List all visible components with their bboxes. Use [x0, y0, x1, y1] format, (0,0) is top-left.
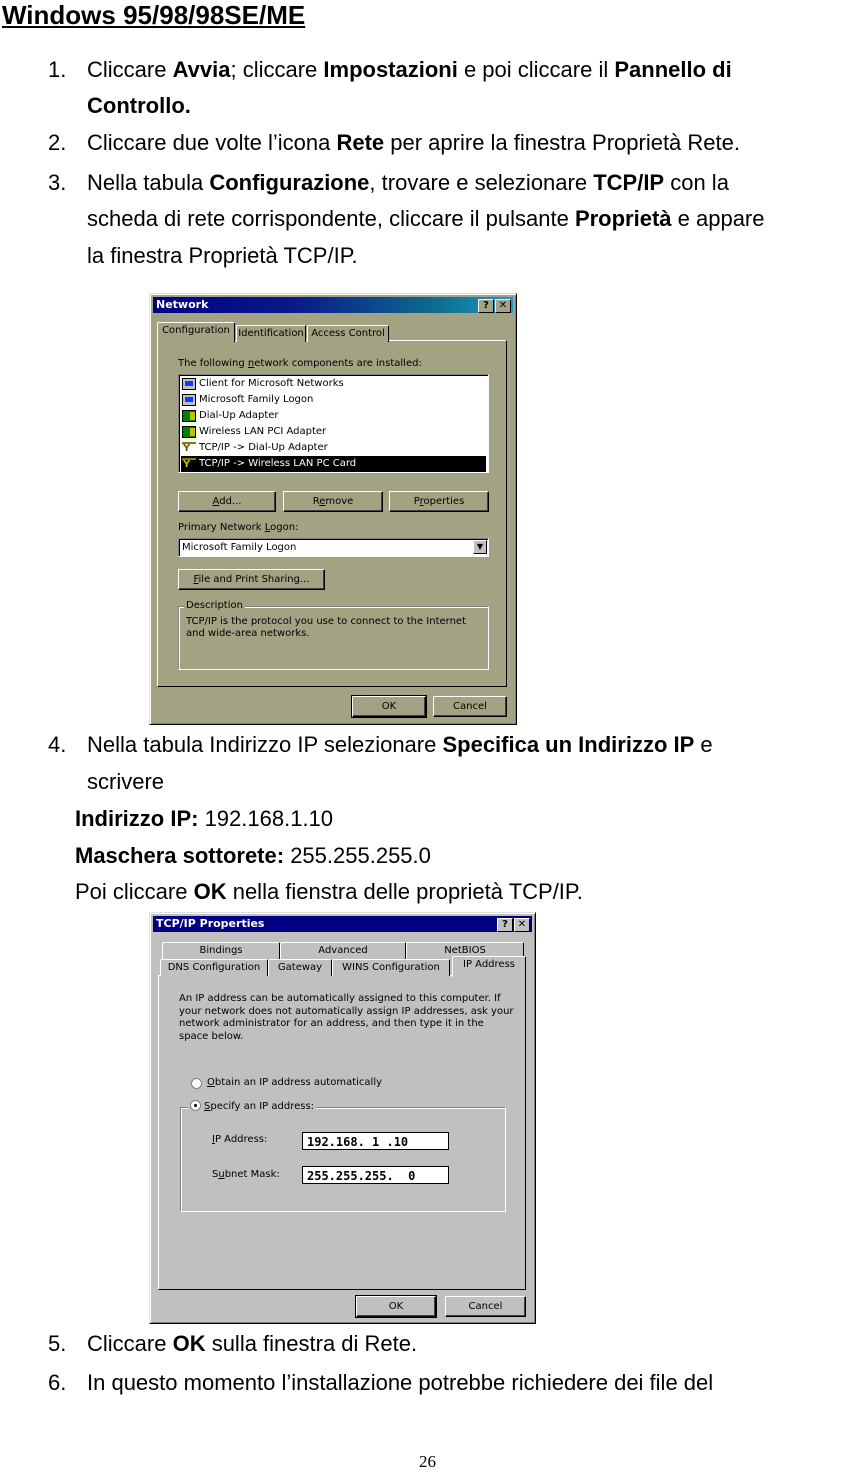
step-6-line: In questo momento l’installazione potreb…: [87, 1370, 714, 1395]
step-number: 5.: [48, 1331, 67, 1356]
click-ok-line: Poi cliccare OK nella fienstra delle pro…: [75, 879, 583, 904]
components-list[interactable]: Client for Microsoft Networks Microsoft …: [178, 374, 489, 473]
tcpip-properties-dialog: TCP/IP Properties ? ✕ Bindings Advanced …: [149, 912, 536, 1324]
specify-ip-legend[interactable]: Specify an IP address:: [188, 1100, 317, 1114]
ip-address-label: IP Address:: [212, 1134, 268, 1145]
ip-address-line: Indirizzo IP: 192.168.1.10: [75, 806, 334, 831]
help-button[interactable]: ?: [497, 918, 513, 932]
tab-dns-configuration[interactable]: DNS Configuration: [160, 959, 268, 976]
ok-button[interactable]: OK: [355, 1295, 437, 1318]
step-number: 3.: [48, 170, 67, 195]
step-5-line: Cliccare OK sulla finestra di Rete.: [87, 1331, 418, 1356]
add-button[interactable]: Add...: [178, 491, 276, 512]
network-dialog: Network ? ✕ Configuration Identification…: [149, 293, 517, 725]
protocol-icon: [182, 457, 196, 473]
subnet-mask-input[interactable]: 255.255.255. 0: [302, 1166, 449, 1184]
specify-ip-group: [180, 1107, 506, 1212]
help-button[interactable]: ?: [478, 299, 494, 313]
tab-advanced[interactable]: Advanced: [280, 942, 406, 959]
ip-address-input[interactable]: 192.168. 1 .10: [302, 1132, 449, 1150]
list-item[interactable]: Dial-Up Adapter: [181, 408, 486, 424]
close-button[interactable]: ✕: [495, 299, 511, 313]
cancel-button[interactable]: Cancel: [433, 696, 507, 717]
list-item[interactable]: TCP/IP -> Dial-Up Adapter: [181, 440, 486, 457]
step-number: 1.: [48, 57, 67, 82]
list-item[interactable]: Wireless LAN PCI Adapter: [181, 424, 486, 440]
ok-button[interactable]: OK: [351, 695, 427, 718]
step-4-line-1: Nella tabula Indirizzo IP selezionare Sp…: [87, 732, 713, 757]
ip-intro-text: An IP address can be automatically assig…: [179, 993, 514, 1042]
step-number: 4.: [48, 732, 67, 757]
file-print-sharing-button[interactable]: File and Print Sharing...: [178, 569, 325, 590]
step-3-line-1: Nella tabula Configurazione, trovare e s…: [87, 170, 729, 195]
list-item[interactable]: Microsoft Family Logon: [181, 392, 486, 408]
tab-configuration[interactable]: Configuration: [157, 322, 235, 342]
radio-specify-ip[interactable]: [190, 1100, 201, 1111]
primary-logon-select[interactable]: Microsoft Family Logon ▼: [178, 538, 489, 557]
tab-access-control[interactable]: Access Control: [307, 325, 389, 342]
radio-obtain-automatically[interactable]: [191, 1078, 202, 1089]
cancel-button[interactable]: Cancel: [445, 1296, 526, 1317]
list-item-selected[interactable]: TCP/IP -> Wireless LAN PC Card: [181, 456, 486, 473]
client-icon: [182, 378, 196, 390]
tab-identification[interactable]: Identification: [236, 325, 306, 342]
step-3-line-2: scheda di rete corrispondente, cliccare …: [87, 206, 765, 231]
adapter-icon: [182, 426, 196, 438]
step-4-line-2: scrivere: [87, 769, 165, 794]
protocol-icon: [182, 441, 196, 457]
tab-wins-configuration[interactable]: WINS Configuration: [332, 959, 450, 976]
section-heading: Windows 95/98/98SE/ME: [2, 0, 306, 30]
tab-bindings[interactable]: Bindings: [162, 942, 280, 959]
subnet-mask-label: Subnet Mask:: [212, 1169, 280, 1180]
adapter-icon: [182, 410, 196, 422]
step-3-line-3: la finestra Proprietà TCP/IP.: [87, 243, 358, 268]
chevron-down-icon[interactable]: ▼: [473, 540, 487, 554]
step-number: 6.: [48, 1370, 67, 1395]
client-icon: [182, 394, 196, 406]
radio-obtain-label[interactable]: Obtain an IP address automatically: [207, 1077, 382, 1088]
network-dialog-titlebar: Network ? ✕: [153, 297, 513, 313]
step-2-line: Cliccare due volte l’icona Rete per apri…: [87, 130, 740, 155]
list-item[interactable]: Client for Microsoft Networks: [181, 376, 486, 392]
components-label: The following network components are ins…: [178, 358, 422, 369]
primary-logon-label: Primary Network Logon:: [178, 522, 299, 533]
page-number: 26: [419, 1452, 436, 1471]
properties-button[interactable]: Properties: [389, 491, 489, 512]
close-button[interactable]: ✕: [514, 918, 530, 932]
description-text: TCP/IP is the protocol you use to connec…: [186, 616, 466, 639]
step-number: 2.: [48, 130, 67, 155]
tab-gateway[interactable]: Gateway: [268, 959, 332, 976]
subnet-mask-line: Maschera sottorete: 255.255.255.0: [75, 843, 431, 868]
description-legend: Description: [184, 600, 245, 611]
step-1-line-2: Controllo.: [87, 93, 191, 118]
remove-button[interactable]: Remove: [283, 491, 383, 512]
tcpip-dialog-titlebar: TCP/IP Properties ? ✕: [153, 916, 532, 932]
step-1-line-1: Cliccare Avvia; cliccare Impostazioni e …: [87, 57, 732, 82]
tab-ip-address[interactable]: IP Address: [452, 956, 526, 977]
